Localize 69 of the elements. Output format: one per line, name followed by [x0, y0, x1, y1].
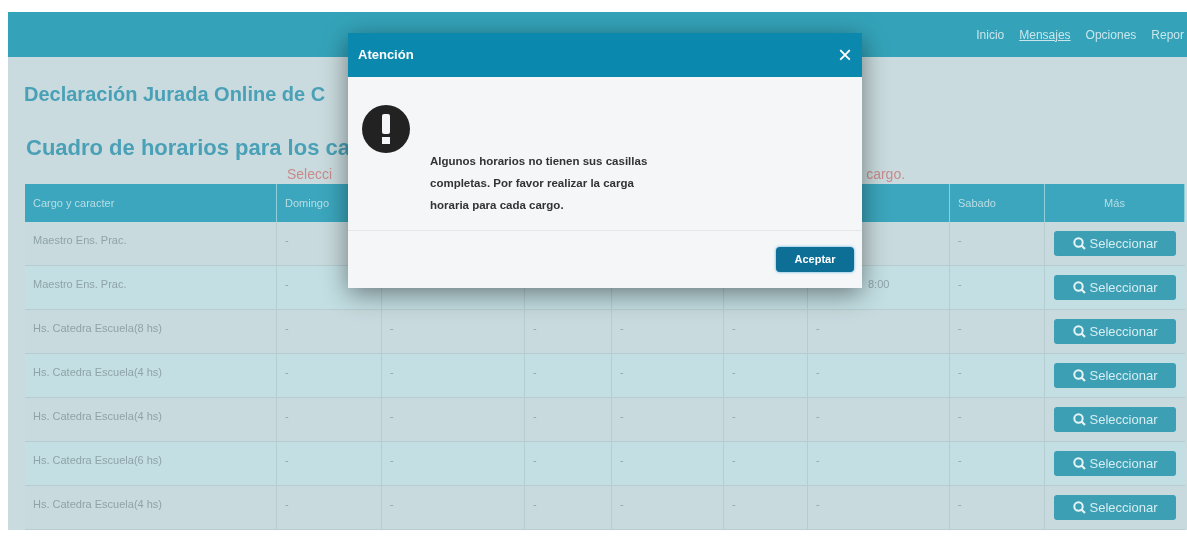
dialog-title: Atención — [358, 46, 414, 65]
table-cell: - — [816, 410, 820, 422]
table-cell: - — [958, 410, 962, 422]
table-cell: - — [285, 278, 289, 290]
table-cell: - — [732, 498, 736, 510]
nav-link[interactable]: Mensajes — [1019, 25, 1071, 44]
search-icon — [1072, 281, 1086, 294]
nav-link[interactable]: Opciones — [1085, 25, 1137, 44]
select-button[interactable]: Seleccionar — [1054, 275, 1176, 300]
search-icon — [1072, 237, 1086, 250]
search-icon — [1072, 369, 1086, 382]
table-cell: - — [958, 498, 962, 510]
table-cell: - — [390, 366, 394, 378]
table-cell: - — [620, 498, 624, 510]
select-button[interactable]: Seleccionar — [1054, 407, 1176, 432]
table-cell: - — [390, 454, 394, 466]
table-cell: - — [533, 454, 537, 466]
search-icon — [1072, 457, 1086, 470]
table-cell: - — [620, 322, 624, 334]
table-cell: - — [533, 498, 537, 510]
table-cell: - — [390, 322, 394, 334]
table-cell: - — [816, 454, 820, 466]
table-cell: - — [958, 454, 962, 466]
table-cell: - — [732, 322, 736, 334]
table-cell: - — [620, 454, 624, 466]
select-button[interactable]: Seleccionar — [1054, 451, 1176, 476]
select-button[interactable]: Seleccionar — [1054, 363, 1176, 388]
nav-link[interactable]: Repor — [1151, 25, 1184, 44]
section-title: Cuadro de horarios para los ca — [26, 134, 350, 162]
table-cell: - — [390, 498, 394, 510]
table-cell: - — [285, 322, 289, 334]
exclamation-icon — [362, 105, 410, 153]
table-cell: - — [732, 410, 736, 422]
select-button[interactable]: Seleccionar — [1054, 319, 1176, 344]
table-cell: - — [958, 234, 962, 246]
search-icon — [1072, 325, 1086, 338]
accept-button[interactable]: Aceptar — [776, 247, 854, 272]
dialog-message: Algunos horarios no tienen sus casillas completas. Por favor realizar la carga horaria para cada cargo. — [430, 154, 648, 213]
table-cell: 8:00 — [868, 278, 890, 290]
table-cell: - — [285, 234, 289, 246]
table-cell: - — [533, 410, 537, 422]
table-cell: - — [958, 322, 962, 334]
table-cell: - — [533, 322, 537, 334]
table-cell: - — [958, 366, 962, 378]
table-cell: Maestro Ens. Prac. — [33, 278, 127, 290]
table-cell: - — [732, 454, 736, 466]
search-icon — [1072, 413, 1086, 426]
table-cell: - — [816, 322, 820, 334]
table-cell: - — [285, 498, 289, 510]
page-title: Declaración Jurada Online de C — [24, 82, 326, 107]
nav-link[interactable]: Inicio — [976, 25, 1005, 44]
table-cell: Maestro Ens. Prac. — [33, 234, 127, 246]
table-cell: - — [620, 410, 624, 422]
close-button[interactable]: × — [838, 43, 852, 67]
table-cell: - — [533, 366, 537, 378]
table-cell: - — [285, 366, 289, 378]
table-cell: - — [285, 454, 289, 466]
instruction-text: cargo. — [866, 165, 906, 184]
table-cell: - — [816, 366, 820, 378]
table-cell: - — [285, 410, 289, 422]
table-cell: - — [732, 366, 736, 378]
table-cell: - — [620, 366, 624, 378]
select-button[interactable]: Seleccionar — [1054, 231, 1176, 256]
table-cell: - — [816, 498, 820, 510]
search-icon — [1072, 501, 1086, 514]
select-button[interactable]: Seleccionar — [1054, 495, 1176, 520]
table-cell: - — [958, 278, 962, 290]
table-cell: - — [390, 410, 394, 422]
instruction-text: Selecci — [287, 165, 333, 184]
